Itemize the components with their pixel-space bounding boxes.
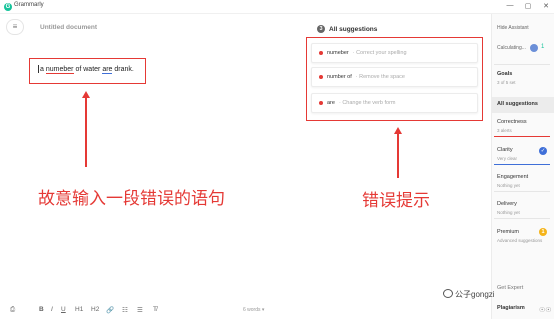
right-annotation-label: 错误提示 <box>362 191 430 211</box>
italic-button[interactable]: I <box>51 306 53 313</box>
suggestion-card[interactable]: number of · Remove the space <box>311 67 478 87</box>
close-button[interactable]: ✕ <box>542 2 550 10</box>
clear-format-icon[interactable]: T̸ <box>153 306 157 313</box>
plagiarism-icon: ☉☉ <box>539 307 552 314</box>
engagement-status: Nothing yet <box>497 183 520 188</box>
get-expert-button[interactable]: Get Expert <box>497 285 523 291</box>
suggestion-card[interactable]: numeber · Correct your spelling <box>311 43 478 63</box>
bold-button[interactable]: B <box>39 306 44 313</box>
word-drank: drank. <box>114 65 134 73</box>
error-word-numeber[interactable]: numeber <box>45 65 74 74</box>
suggestion-description: · Change the verb form <box>338 100 396 106</box>
left-arrow-line <box>85 97 87 167</box>
watermark-text: 公子gongzi <box>455 290 495 299</box>
check-icon: ✓ <box>539 147 547 155</box>
h2-button[interactable]: H2 <box>91 306 99 313</box>
suggestion-word: are <box>327 100 335 106</box>
maximize-button[interactable]: ▢ <box>524 2 532 10</box>
clarity-tab[interactable]: Clarity <box>497 147 513 153</box>
right-sidebar <box>491 14 554 319</box>
editor-text[interactable]: a numeber of water are drank. <box>38 65 134 74</box>
goals-status: 3 of 5 set <box>497 80 516 85</box>
score-icon <box>530 44 538 52</box>
word-count[interactable]: 6 words ▾ <box>243 307 264 313</box>
suggestions-title: All suggestions <box>329 25 378 33</box>
suggestion-description: · Remove the space <box>355 74 405 80</box>
word-water: water <box>83 65 101 73</box>
premium-badge-icon: 1 <box>539 228 547 236</box>
clarity-status: Very clear <box>497 156 518 161</box>
right-arrow-line <box>397 133 399 178</box>
delivery-bar <box>494 218 550 219</box>
title-bar: G Grammarly — ▢ ✕ <box>0 0 554 14</box>
correctness-tab[interactable]: Correctness <box>497 119 527 125</box>
word-of: of <box>75 65 82 73</box>
hide-assistant-button[interactable]: Hide Assistant <box>497 25 529 31</box>
engagement-bar <box>494 191 550 192</box>
delivery-status: Nothing yet <box>497 210 520 215</box>
save-icon[interactable]: ⎙ <box>10 306 15 314</box>
left-annotation-label: 故意输入一段错误的语句 <box>38 189 225 209</box>
wechat-icon <box>443 289 453 298</box>
link-icon[interactable]: 🔗 <box>106 306 114 314</box>
suggestions-header: 3 All suggestions <box>317 25 377 33</box>
minimize-button[interactable]: — <box>506 2 514 10</box>
calculating-label: Calculating... <box>497 45 526 51</box>
error-word-are[interactable]: are <box>102 65 113 74</box>
underline-button[interactable]: U <box>61 306 66 313</box>
correctness-bar <box>494 136 550 137</box>
suggestions-count-badge: 3 <box>317 25 325 33</box>
grammarly-logo-icon: G <box>4 3 12 11</box>
text-cursor <box>38 65 39 73</box>
suggestion-description: · Correct your spelling <box>352 50 407 56</box>
bullet-list-icon[interactable]: ☰ <box>137 306 143 314</box>
suggestion-word: number of <box>327 74 352 80</box>
engagement-tab[interactable]: Engagement <box>497 174 528 180</box>
document-title[interactable]: Untitled document <box>40 24 97 31</box>
menu-icon[interactable]: ≡ <box>6 19 24 35</box>
all-suggestions-tab[interactable]: All suggestions <box>497 101 538 107</box>
word-a: a <box>40 65 44 73</box>
correctness-status: 3 alerts <box>497 128 512 133</box>
premium-status: Advanced suggestions <box>497 238 543 243</box>
app-title: Grammarly <box>14 2 44 8</box>
window-controls: — ▢ ✕ <box>506 2 550 10</box>
delivery-tab[interactable]: Delivery <box>497 201 517 207</box>
clarity-bar <box>494 164 550 165</box>
premium-tab[interactable]: Premium <box>497 229 519 235</box>
error-dot-icon <box>319 75 323 79</box>
ordered-list-icon[interactable]: ☷ <box>122 306 128 314</box>
divider <box>494 64 550 65</box>
error-dot-icon <box>319 51 323 55</box>
score-value: 1 <box>541 44 545 50</box>
h1-button[interactable]: H1 <box>75 306 83 313</box>
error-dot-icon <box>319 101 323 105</box>
suggestion-card[interactable]: are · Change the verb form <box>311 93 478 113</box>
plagiarism-button[interactable]: Plagiarism <box>497 305 525 311</box>
suggestion-word: numeber <box>327 50 349 56</box>
goals-button[interactable]: Goals <box>497 71 512 77</box>
